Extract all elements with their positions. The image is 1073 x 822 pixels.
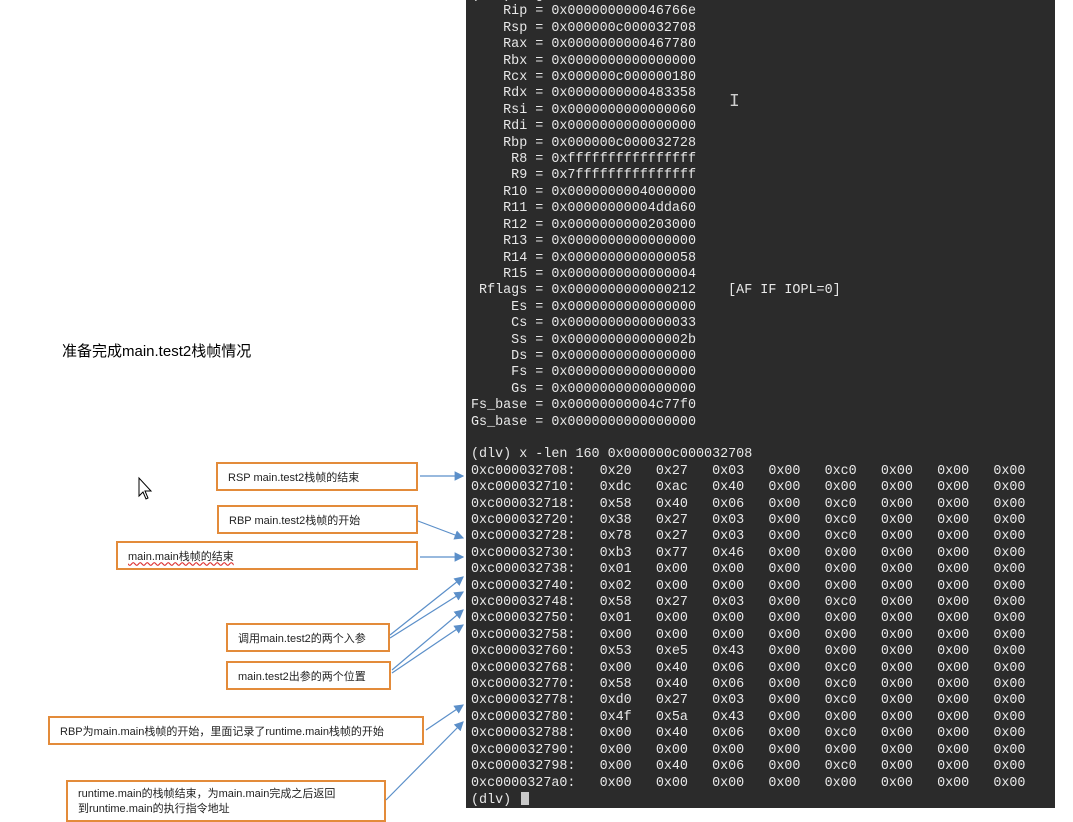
arrow-ret-1 — [391, 609, 464, 671]
arrow-runtime — [385, 721, 464, 801]
annotation-arrows — [138, 471, 465, 801]
arrow-args-2 — [389, 591, 465, 639]
arrow-args-1 — [389, 576, 464, 636]
arrow-rbp — [417, 520, 465, 540]
arrow-ret-2 — [391, 624, 464, 674]
mouse-pointer-icon — [138, 476, 153, 500]
arrow-rbp-main — [425, 704, 464, 731]
